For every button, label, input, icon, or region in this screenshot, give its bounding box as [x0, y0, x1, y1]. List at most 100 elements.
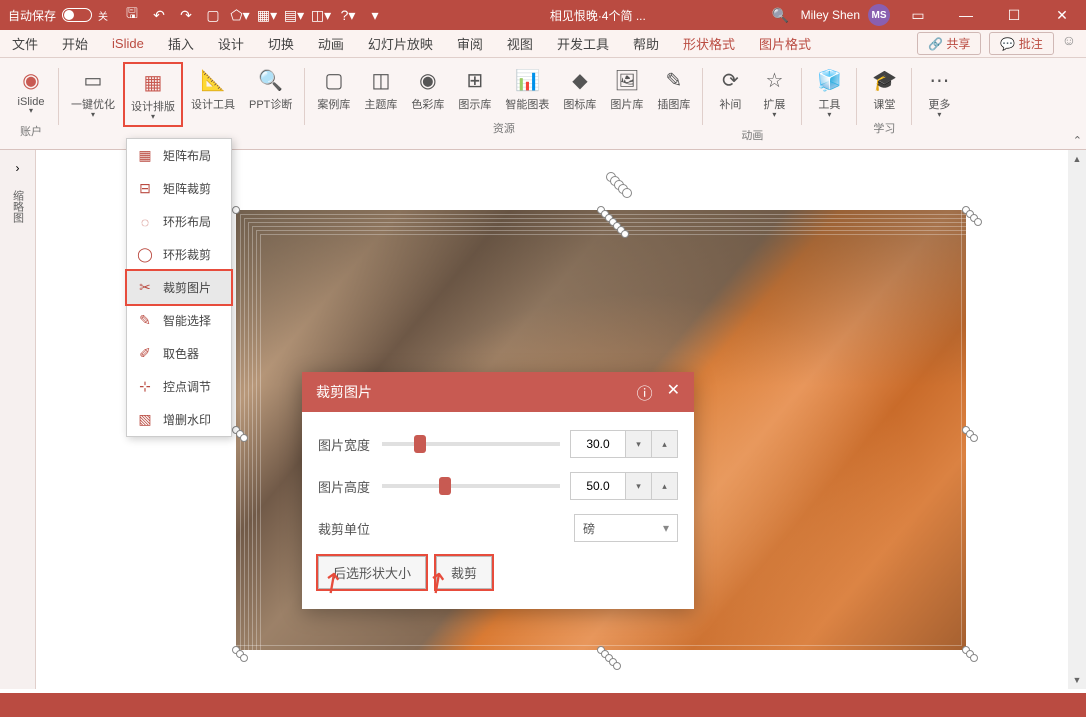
- tab-help[interactable]: 帮助: [621, 30, 671, 58]
- tab-islide[interactable]: iSlide: [100, 30, 156, 58]
- menu-smart-select[interactable]: ✎智能选择: [127, 304, 231, 337]
- more-button[interactable]: ⋯更多▾: [918, 62, 960, 123]
- expand-panel-icon[interactable]: ›: [8, 158, 28, 178]
- maximize-icon[interactable]: ☐: [994, 0, 1034, 30]
- icon-lib-button[interactable]: ◆图标库: [557, 62, 602, 116]
- comment-button[interactable]: 💬 批注: [989, 32, 1053, 55]
- illust-lib-button[interactable]: ✎插图库: [651, 62, 696, 116]
- ruler-icon: 📐: [199, 66, 227, 94]
- menu-ring-crop[interactable]: ◯环形裁剪: [127, 238, 231, 271]
- tab-view[interactable]: 视图: [495, 30, 545, 58]
- menu-matrix-layout[interactable]: ▦矩阵布局: [127, 139, 231, 172]
- tool-dropdown-icon[interactable]: ◫▾: [309, 3, 333, 27]
- height-up-button[interactable]: ▴: [652, 472, 678, 500]
- color-icon: ◉: [414, 66, 442, 94]
- tab-review[interactable]: 审阅: [445, 30, 495, 58]
- smartchart-button[interactable]: 📊智能图表: [499, 62, 555, 116]
- grid-dropdown-icon[interactable]: ▦▾: [255, 3, 279, 27]
- vertical-scrollbar[interactable]: ▲ ▼: [1068, 150, 1086, 689]
- menu-ring-layout[interactable]: ◌环形布局: [127, 205, 231, 238]
- group-resource: 资源: [493, 116, 515, 142]
- diagram-lib-button[interactable]: ⊞图示库: [452, 62, 497, 116]
- theme-lib-button[interactable]: ◫主题库: [358, 62, 403, 116]
- menu-handle-adjust[interactable]: ⊹控点调节: [127, 370, 231, 403]
- dialog-titlebar[interactable]: 裁剪图片 ⓘ ✕: [302, 372, 694, 412]
- eyedropper-icon: ✐: [137, 346, 153, 362]
- tab-insert[interactable]: 插入: [156, 30, 206, 58]
- help-dropdown-icon[interactable]: ?▾: [336, 3, 360, 27]
- user-avatar[interactable]: MS: [868, 4, 890, 26]
- tab-home[interactable]: 开始: [50, 30, 100, 58]
- autosave-toggle[interactable]: 自动保存 关: [0, 7, 116, 24]
- photo-lib-button[interactable]: 🖼图片库: [604, 62, 649, 116]
- collapse-ribbon-icon[interactable]: ⌃: [1073, 134, 1082, 147]
- scroll-up-icon[interactable]: ▲: [1068, 150, 1086, 168]
- diagram-icon: ⊞: [461, 66, 489, 94]
- width-down-button[interactable]: ▾: [626, 430, 652, 458]
- menu-matrix-crop[interactable]: ⊟矩阵裁剪: [127, 172, 231, 205]
- minimize-icon[interactable]: —: [946, 0, 986, 30]
- menu-crop-image[interactable]: ✂裁剪图片: [125, 269, 233, 306]
- tab-transitions[interactable]: 切换: [256, 30, 306, 58]
- case-lib-button[interactable]: ▢案例库: [311, 62, 356, 116]
- tab-design[interactable]: 设计: [206, 30, 256, 58]
- tab-shape-format[interactable]: 形状格式: [671, 30, 747, 58]
- color-lib-button[interactable]: ◉色彩库: [405, 62, 450, 116]
- unit-select[interactable]: 磅: [574, 514, 678, 542]
- tab-picture-format[interactable]: 图片格式: [747, 30, 823, 58]
- undo-icon[interactable]: ↶: [147, 3, 171, 27]
- smiley-icon[interactable]: ☺: [1062, 32, 1076, 55]
- menu-watermark[interactable]: ▧增删水印: [127, 403, 231, 436]
- chart-icon: 📊: [513, 66, 541, 94]
- smart-select-icon: ✎: [137, 313, 153, 329]
- height-label: 图片高度: [318, 477, 382, 496]
- group-tools: [828, 123, 831, 145]
- onekey-button[interactable]: ▭一键优化▾: [65, 62, 121, 127]
- resize-handle[interactable]: [232, 206, 240, 214]
- tab-developer[interactable]: 开发工具: [545, 30, 621, 58]
- group-learn: 学习: [873, 116, 895, 142]
- width-input[interactable]: [570, 430, 626, 458]
- present-icon[interactable]: ▢: [201, 3, 225, 27]
- height-slider[interactable]: [382, 484, 560, 488]
- illust-icon: ✎: [660, 66, 688, 94]
- height-input[interactable]: [570, 472, 626, 500]
- dialog-close-icon[interactable]: ✕: [667, 380, 680, 404]
- design-layout-button[interactable]: ▦设计排版▾: [123, 62, 183, 127]
- tools-button[interactable]: 🧊工具▾: [808, 62, 850, 123]
- help-icon[interactable]: ⓘ: [637, 380, 653, 404]
- share-button[interactable]: 🔗 共享: [917, 32, 981, 55]
- unit-label: 裁剪单位: [318, 519, 382, 538]
- islide-button[interactable]: ◉iSlide▾: [10, 62, 52, 119]
- toggle-switch[interactable]: [62, 8, 92, 22]
- layout-dropdown-icon[interactable]: ▤▾: [282, 3, 306, 27]
- ribbon: ◉iSlide▾ 账户 ▭一键优化▾ ▦设计排版▾ 📐设计工具 🔍PPT诊断 ▢…: [0, 58, 1086, 150]
- width-slider[interactable]: [382, 442, 560, 446]
- close-icon[interactable]: ✕: [1042, 0, 1082, 30]
- course-button[interactable]: 🎓课堂: [863, 62, 905, 116]
- height-down-button[interactable]: ▾: [626, 472, 652, 500]
- extend-button[interactable]: ☆扩展▾: [753, 62, 795, 123]
- tab-slideshow[interactable]: 幻灯片放映: [356, 30, 445, 58]
- iconlib-icon: ◆: [566, 66, 594, 94]
- shape-dropdown-icon[interactable]: ⬠▾: [228, 3, 252, 27]
- menu-eyedropper[interactable]: ✐取色器: [127, 337, 231, 370]
- qat-overflow-icon[interactable]: ▾: [363, 3, 387, 27]
- ppt-diag-button[interactable]: 🔍PPT诊断: [243, 62, 298, 127]
- toggle-state: 关: [98, 8, 108, 23]
- user-name: Miley Shen: [801, 8, 860, 22]
- watermark-icon: ▧: [137, 412, 153, 428]
- scroll-down-icon[interactable]: ▼: [1068, 671, 1086, 689]
- save-icon[interactable]: 🖫: [120, 3, 144, 27]
- tween-button[interactable]: ⟳补间: [709, 62, 751, 123]
- tab-animations[interactable]: 动画: [306, 30, 356, 58]
- ribbon-options-icon[interactable]: ▭: [898, 0, 938, 30]
- width-up-button[interactable]: ▴: [652, 430, 678, 458]
- tab-file[interactable]: 文件: [0, 30, 50, 58]
- ring-crop-icon: ◯: [137, 247, 153, 263]
- search-icon[interactable]: 🔍: [769, 3, 793, 27]
- redo-icon[interactable]: ↷: [174, 3, 198, 27]
- design-layout-menu: ▦矩阵布局 ⊟矩阵裁剪 ◌环形布局 ◯环形裁剪 ✂裁剪图片 ✎智能选择 ✐取色器…: [126, 138, 232, 437]
- tween-icon: ⟳: [716, 66, 744, 94]
- design-tool-button[interactable]: 📐设计工具: [185, 62, 241, 127]
